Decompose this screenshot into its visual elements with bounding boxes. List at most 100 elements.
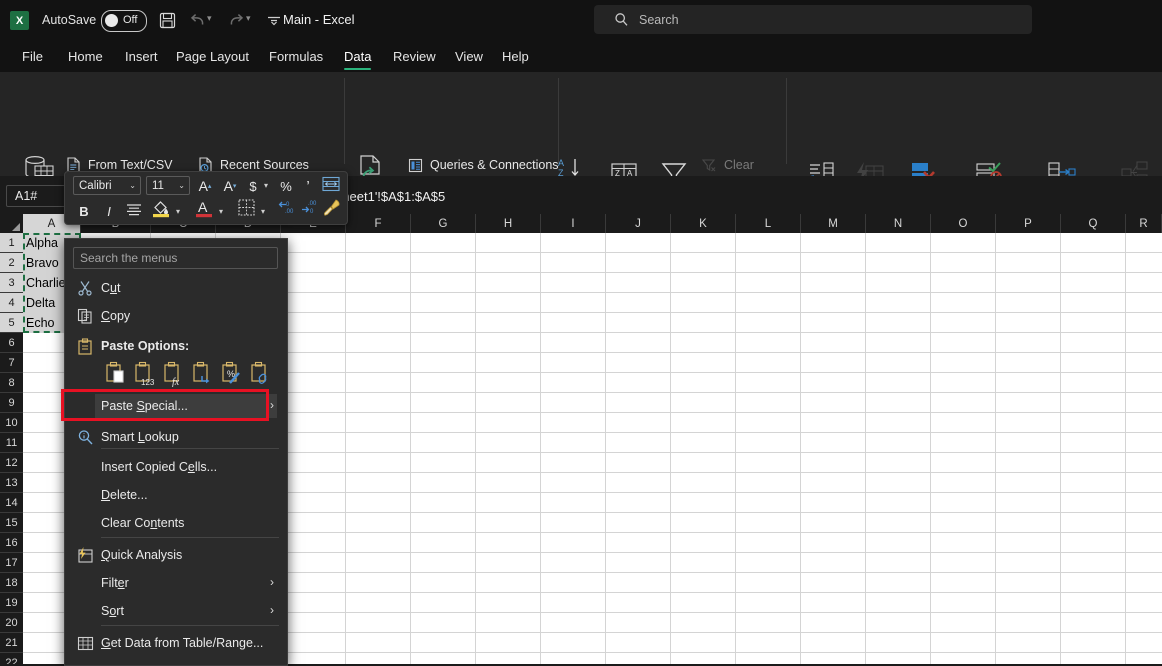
tab-data[interactable]: Data [336, 40, 379, 72]
row-header-12[interactable]: 12 [0, 453, 23, 473]
menu-item-insert-copied-cells[interactable]: Insert Copied Cells... [65, 453, 287, 481]
increase-font-size-button[interactable]: A ▴ [195, 175, 215, 197]
paste-options-icon [75, 337, 95, 355]
paste-formulas-icon[interactable]: fx [163, 361, 187, 388]
quick-analysis-icon [75, 546, 95, 564]
column-header-f[interactable]: F [346, 214, 411, 233]
menu-item-cut[interactable]: Cut [65, 274, 287, 302]
row-header-7[interactable]: 7 [0, 353, 23, 373]
wrap-text-icon [322, 176, 340, 195]
menu-item-copy[interactable]: Copy [65, 302, 287, 330]
menu-item-smart-lookup[interactable]: Smart Lookup [65, 423, 287, 451]
decrease-decimal-button[interactable]: 0.00 [276, 198, 296, 220]
row-header-19[interactable]: 19 [0, 593, 23, 613]
queries-connections-button[interactable]: Queries & Connections [404, 154, 559, 176]
italic-button[interactable]: I [100, 200, 118, 222]
redo-icon[interactable] [224, 9, 248, 31]
column-header-h[interactable]: H [476, 214, 541, 233]
row-header-8[interactable]: 8 [0, 373, 23, 393]
format-painter-button[interactable] [321, 198, 343, 220]
comma-style-button[interactable]: ’ [301, 175, 315, 197]
save-icon[interactable] [155, 9, 179, 31]
row-header-13[interactable]: 13 [0, 473, 23, 493]
fill-color-caret-icon[interactable]: ▾ [176, 207, 180, 216]
row-header-18[interactable]: 18 [0, 573, 23, 593]
column-label: H [503, 217, 513, 230]
row-header-21[interactable]: 21 [0, 633, 23, 653]
row-header-9[interactable]: 9 [0, 393, 23, 413]
search-box[interactable]: Search [594, 5, 1032, 34]
column-header-r[interactable]: R [1126, 214, 1162, 233]
decrease-font-size-button[interactable]: A ▾ [220, 175, 240, 197]
row-header-1[interactable]: 1 [0, 233, 23, 253]
column-header-i[interactable]: I [541, 214, 606, 233]
font-name-combo[interactable]: Calibri ⌄ [73, 176, 141, 195]
accounting-format-button[interactable]: $ [246, 175, 260, 197]
borders-button[interactable] [235, 198, 257, 220]
menu-search-input[interactable]: Search the menus [73, 247, 278, 269]
column-header-p[interactable]: P [996, 214, 1061, 233]
column-header-m[interactable]: M [801, 214, 866, 233]
font-size-combo[interactable]: 11 ⌄ [146, 176, 190, 195]
menu-item-smart-lookup-label: Smart Lookup [101, 430, 179, 444]
select-all-corner[interactable] [0, 214, 24, 233]
menu-item-quick-analysis-label: Quick Analysis [101, 548, 183, 562]
tab-formulas[interactable]: Formulas [261, 40, 331, 72]
menu-item-sort[interactable]: Sort › [65, 597, 287, 625]
row-header-5[interactable]: 5 [0, 313, 23, 333]
row-header-17[interactable]: 17 [0, 553, 23, 573]
font-name-caret-icon[interactable]: ⌄ [129, 181, 136, 190]
tab-home[interactable]: Home [60, 40, 111, 72]
row-header-4[interactable]: 4 [0, 293, 23, 313]
menu-item-delete[interactable]: Delete... [65, 481, 287, 509]
tab-insert[interactable]: Insert [117, 40, 166, 72]
menu-item-quick-analysis[interactable]: Quick Analysis [65, 541, 287, 569]
wrap-text-button[interactable] [321, 174, 341, 196]
column-header-j[interactable]: J [606, 214, 671, 233]
undo-dropdown-caret-icon[interactable]: ▾ [207, 13, 212, 24]
tab-help[interactable]: Help [494, 40, 537, 72]
menu-item-filter[interactable]: Filter › [65, 569, 287, 597]
paste-transpose-icon[interactable] [192, 361, 216, 387]
paste-all-icon[interactable] [105, 361, 129, 387]
tab-file[interactable]: File [14, 40, 51, 72]
bold-button[interactable]: B [75, 200, 93, 222]
column-header-n[interactable]: N [866, 214, 931, 233]
column-header-g[interactable]: G [411, 214, 476, 233]
center-align-button[interactable] [124, 200, 144, 222]
row-header-20[interactable]: 20 [0, 613, 23, 633]
tab-view[interactable]: View [447, 40, 491, 72]
font-size-caret-icon[interactable]: ⌄ [178, 181, 185, 190]
column-label: N [893, 217, 903, 230]
row-header-10[interactable]: 10 [0, 413, 23, 433]
row-header-6[interactable]: 6 [0, 333, 23, 353]
paste-values-icon[interactable]: 123 [134, 361, 158, 387]
paste-formatting-icon[interactable]: % [221, 361, 245, 387]
row-header-16[interactable]: 16 [0, 533, 23, 553]
borders-caret-icon[interactable]: ▾ [261, 207, 265, 216]
font-color-caret-icon[interactable]: ▾ [219, 207, 223, 216]
accounting-format-caret-icon[interactable]: ▾ [264, 181, 268, 190]
column-header-k[interactable]: K [671, 214, 736, 233]
font-color-button[interactable]: A [193, 198, 215, 220]
paste-link-icon[interactable] [250, 361, 274, 387]
column-header-q[interactable]: Q [1061, 214, 1126, 233]
redo-dropdown-caret-icon[interactable]: ▾ [246, 13, 251, 24]
fill-color-button[interactable] [150, 198, 172, 220]
row-header-15[interactable]: 15 [0, 513, 23, 533]
row-header-2[interactable]: 2 [0, 253, 23, 273]
column-label: A [47, 217, 56, 230]
row-header-3[interactable]: 3 [0, 273, 23, 293]
tab-page-layout[interactable]: Page Layout [168, 40, 257, 72]
tab-review[interactable]: Review [385, 40, 444, 72]
row-header-11[interactable]: 11 [0, 433, 23, 453]
row-header-14[interactable]: 14 [0, 493, 23, 513]
row-header-22[interactable]: 22 [0, 653, 23, 665]
column-header-o[interactable]: O [931, 214, 996, 233]
increase-decimal-button[interactable]: .00 0 [299, 198, 319, 220]
menu-item-clear-contents[interactable]: Clear Contents [65, 509, 287, 537]
column-header-l[interactable]: L [736, 214, 801, 233]
autosave-toggle[interactable]: Off [101, 10, 147, 32]
menu-item-get-data-from-table-range[interactable]: Get Data from Table/Range... [65, 629, 287, 657]
percent-format-button[interactable]: % [278, 175, 294, 197]
